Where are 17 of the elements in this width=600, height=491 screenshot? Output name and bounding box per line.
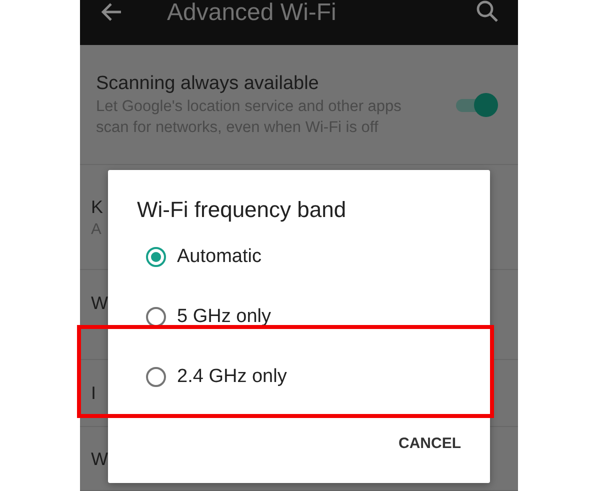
setting-title: Scanning always available xyxy=(96,72,319,96)
back-arrow-icon[interactable] xyxy=(100,2,122,22)
toggle-switch[interactable] xyxy=(454,92,498,118)
radio-button[interactable] xyxy=(146,367,166,387)
radio-button[interactable] xyxy=(146,307,166,327)
radio-button[interactable] xyxy=(146,247,166,267)
dialog-title: Wi-Fi frequency band xyxy=(137,197,348,223)
option-label[interactable]: Automatic xyxy=(177,246,262,268)
option-label[interactable]: 5 GHz only xyxy=(177,306,271,328)
cancel-button[interactable]: CANCEL xyxy=(390,427,470,460)
option-label[interactable]: 2.4 GHz only xyxy=(177,366,287,388)
screen-title: Advanced Wi-Fi xyxy=(167,0,336,26)
setting-title: I xyxy=(91,382,96,405)
search-icon[interactable] xyxy=(476,0,498,22)
setting-title: W xyxy=(91,448,108,470)
setting-title: K xyxy=(91,196,104,218)
setting-title: W xyxy=(91,292,108,314)
